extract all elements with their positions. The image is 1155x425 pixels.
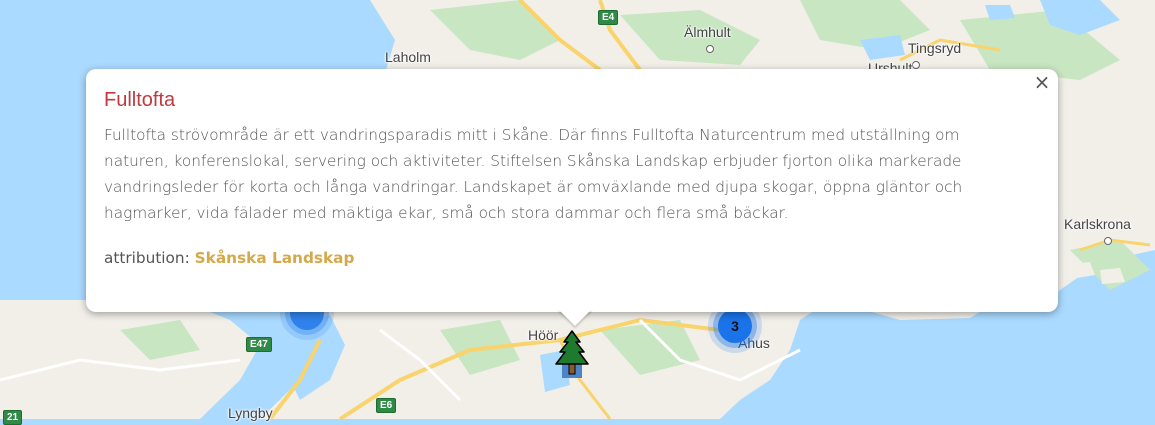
place-label-laholm: Laholm (385, 49, 431, 65)
place-label-tingsryd: Tingsryd (908, 40, 961, 72)
road-shield-e47: E47 (246, 337, 272, 352)
town-dot-icon (706, 45, 714, 54)
attribution-label: attribution: (104, 249, 190, 267)
popup-attribution: attribution: Skånska Landskap (104, 249, 1028, 267)
road-shield-e4: E4 (598, 10, 619, 25)
pine-tree-icon[interactable] (554, 330, 590, 378)
place-label-almhult: Älmhult (684, 24, 731, 56)
popup-description: Fulltofta strövområde är ett vandringspa… (104, 126, 963, 222)
popup-pointer (558, 309, 592, 326)
marker-cluster[interactable]: 3 (718, 309, 752, 343)
popup-title: Fulltofta (104, 89, 176, 111)
place-label-karlskrona: Karlskrona (1064, 216, 1131, 248)
close-icon[interactable]: × (1032, 72, 1052, 93)
road-shield-21: 21 (3, 410, 23, 425)
road-shield-e6: E6 (376, 398, 397, 413)
attribution-link[interactable]: Skånska Landskap (195, 249, 355, 267)
info-popup: × Fulltofta Fulltofta strövområde är ett… (86, 69, 1058, 312)
town-dot-icon (1104, 237, 1112, 246)
